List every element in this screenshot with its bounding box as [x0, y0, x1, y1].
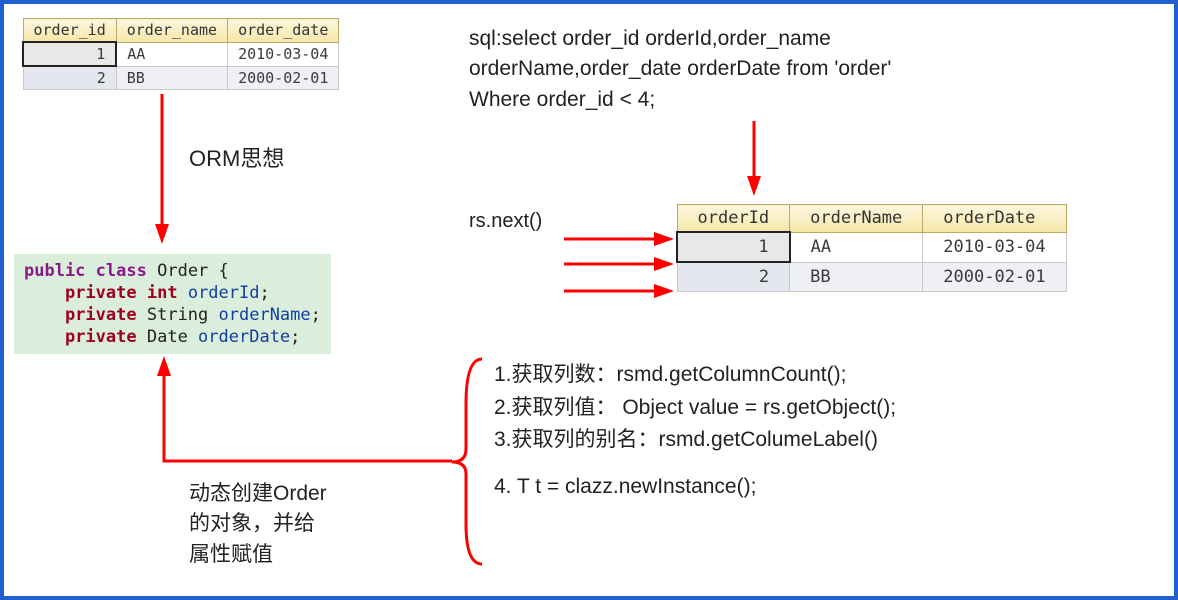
label-rsnext: rs.next(): [469, 207, 542, 235]
dynamic-line: 动态创建Order: [189, 479, 327, 509]
arrow-right-icon: [564, 229, 674, 249]
sql-text: sql:select order_id orderId,order_name o…: [469, 24, 891, 115]
steps-list: 1.获取列数：rsmd.getColumnCount(); 2.获取列值： Ob…: [494, 359, 896, 503]
table-header-row: orderId orderName orderDate: [677, 205, 1066, 233]
step-item: 3.获取列的别名：rsmd.getColumeLabel(): [494, 424, 896, 457]
table-row: 2 BB 2000-02-01: [23, 66, 339, 90]
col-header: order_id: [23, 19, 116, 43]
col-header: orderName: [790, 205, 923, 233]
label-orm: ORM思想: [189, 144, 284, 175]
code-order-class: public class Order { private int orderId…: [14, 254, 331, 354]
col-header: orderDate: [923, 205, 1066, 233]
cell-id: 2: [23, 66, 116, 90]
table-row: 1 AA 2010-03-04: [23, 42, 339, 66]
table-header-row: order_id order_name order_date: [23, 19, 339, 43]
cell-date: 2010-03-04: [923, 232, 1066, 262]
step-item: 4. T t = clazz.newInstance();: [494, 471, 896, 504]
cell-id: 2: [677, 262, 790, 292]
cell-date: 2000-02-01: [923, 262, 1066, 292]
label-dynamic-create: 动态创建Order 的对象，并给 属性赋值: [189, 479, 327, 570]
col-header: orderId: [677, 205, 790, 233]
col-header: order_name: [116, 19, 227, 43]
cell-date: 2000-02-01: [228, 66, 339, 90]
cell-name: AA: [790, 232, 923, 262]
cell-id: 1: [23, 42, 116, 66]
arrow-right-icon: [564, 254, 674, 274]
arrow-down-icon: [744, 121, 764, 196]
table-row: 2 BB 2000-02-01: [677, 262, 1066, 292]
col-header: order_date: [228, 19, 339, 43]
dynamic-line: 的对象，并给: [189, 509, 327, 539]
table-result: orderId orderName orderDate 1 AA 2010-03…: [676, 204, 1067, 292]
arrow-down-icon: [152, 94, 172, 244]
cell-date: 2010-03-04: [228, 42, 339, 66]
cell-name: AA: [116, 42, 227, 66]
sql-line: orderName,order_date orderDate from 'ord…: [469, 54, 891, 84]
sql-line: sql:select order_id orderId,order_name: [469, 24, 891, 54]
cell-name: BB: [116, 66, 227, 90]
table-original: order_id order_name order_date 1 AA 2010…: [22, 18, 339, 90]
cell-id: 1: [677, 232, 790, 262]
step-item: 2.获取列值： Object value = rs.getObject();: [494, 392, 896, 425]
table-row: 1 AA 2010-03-04: [677, 232, 1066, 262]
step-item: 1.获取列数：rsmd.getColumnCount();: [494, 359, 896, 392]
arrow-right-icon: [564, 281, 674, 301]
cell-name: BB: [790, 262, 923, 292]
sql-line: Where order_id < 4;: [469, 85, 891, 115]
arrow-connector-icon: [144, 356, 454, 471]
dynamic-line: 属性赋值: [189, 540, 327, 570]
